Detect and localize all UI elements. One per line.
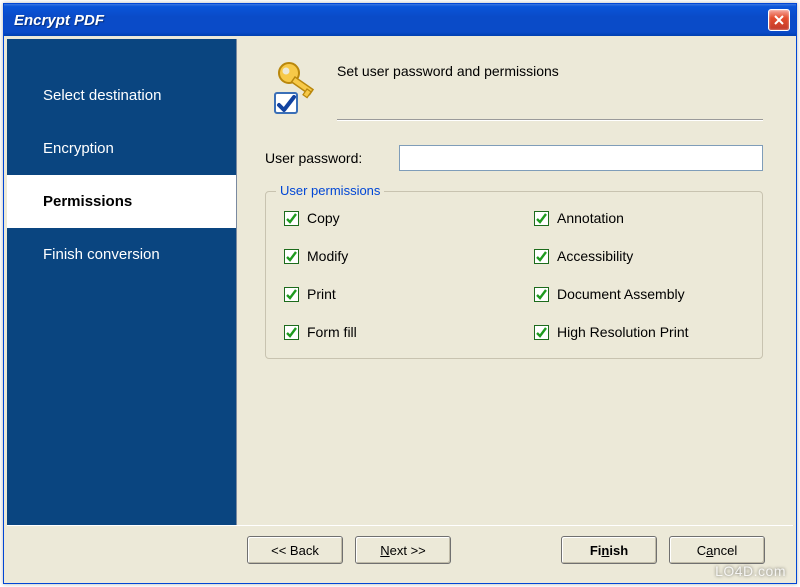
cancel-prefix: C <box>697 543 706 558</box>
perm-accessibility: Accessibility <box>534 248 744 264</box>
user-password-input[interactable] <box>399 145 763 171</box>
finish-rest: ish <box>609 543 628 558</box>
next-rest: ext >> <box>390 543 426 558</box>
app-window: Encrypt PDF Select destination Encryptio… <box>3 3 797 584</box>
permissions-grid: Copy Annotation Modify Accessibilit <box>284 210 744 340</box>
cancel-button[interactable]: Cancel <box>669 536 765 564</box>
header-divider <box>337 119 763 121</box>
cancel-rest: ncel <box>713 543 737 558</box>
close-button[interactable] <box>768 9 790 31</box>
perm-modify: Modify <box>284 248 494 264</box>
back-button[interactable]: << Back <box>247 536 343 564</box>
perm-print: Print <box>284 286 494 302</box>
perm-label: Modify <box>307 248 348 264</box>
header-text-column: Set user password and permissions <box>337 59 763 121</box>
permissions-legend: User permissions <box>276 183 384 198</box>
sidebar-item-finish-conversion[interactable]: Finish conversion <box>7 228 236 281</box>
finish-prefix: Fi <box>590 543 602 558</box>
checkbox-form-fill[interactable] <box>284 325 299 340</box>
perm-copy: Copy <box>284 210 494 226</box>
checkbox-copy[interactable] <box>284 211 299 226</box>
user-permissions-group: User permissions Copy Annotation Modi <box>265 191 763 359</box>
perm-label: Form fill <box>307 324 357 340</box>
sidebar-item-permissions[interactable]: Permissions <box>7 175 236 228</box>
button-row: << Back Next >> Finish Cancel <box>7 525 793 580</box>
content-panel: Set user password and permissions User p… <box>237 39 793 525</box>
checkbox-high-resolution-print[interactable] <box>534 325 549 340</box>
checkbox-document-assembly[interactable] <box>534 287 549 302</box>
perm-label: Print <box>307 286 336 302</box>
body-area: Select destination Encryption Permission… <box>7 39 793 525</box>
perm-annotation: Annotation <box>534 210 744 226</box>
key-check-icon <box>265 59 323 117</box>
page-header: Set user password and permissions <box>265 59 763 121</box>
password-row: User password: <box>265 145 763 171</box>
checkbox-print[interactable] <box>284 287 299 302</box>
checkbox-accessibility[interactable] <box>534 249 549 264</box>
sidebar-item-label: Permissions <box>43 193 132 210</box>
perm-label: Annotation <box>557 210 624 226</box>
next-mnemonic: N <box>380 543 389 558</box>
perm-label: Accessibility <box>557 248 633 264</box>
perm-high-resolution-print: High Resolution Print <box>534 324 744 340</box>
sidebar-item-select-destination[interactable]: Select destination <box>7 69 236 122</box>
window-title: Encrypt PDF <box>14 12 768 29</box>
checkbox-annotation[interactable] <box>534 211 549 226</box>
close-icon <box>774 15 784 25</box>
page-heading: Set user password and permissions <box>337 63 763 79</box>
perm-label: Copy <box>307 210 340 226</box>
perm-form-fill: Form fill <box>284 324 494 340</box>
sidebar-item-label: Encryption <box>43 140 114 157</box>
password-label: User password: <box>265 150 385 166</box>
perm-label: Document Assembly <box>557 286 685 302</box>
sidebar: Select destination Encryption Permission… <box>7 39 237 525</box>
finish-button[interactable]: Finish <box>561 536 657 564</box>
sidebar-item-encryption[interactable]: Encryption <box>7 122 236 175</box>
sidebar-item-label: Select destination <box>43 87 161 104</box>
checkbox-modify[interactable] <box>284 249 299 264</box>
sidebar-item-label: Finish conversion <box>43 246 160 263</box>
perm-document-assembly: Document Assembly <box>534 286 744 302</box>
next-button[interactable]: Next >> <box>355 536 451 564</box>
perm-label: High Resolution Print <box>557 324 689 340</box>
client-area: Select destination Encryption Permission… <box>4 36 796 583</box>
titlebar[interactable]: Encrypt PDF <box>4 4 796 36</box>
